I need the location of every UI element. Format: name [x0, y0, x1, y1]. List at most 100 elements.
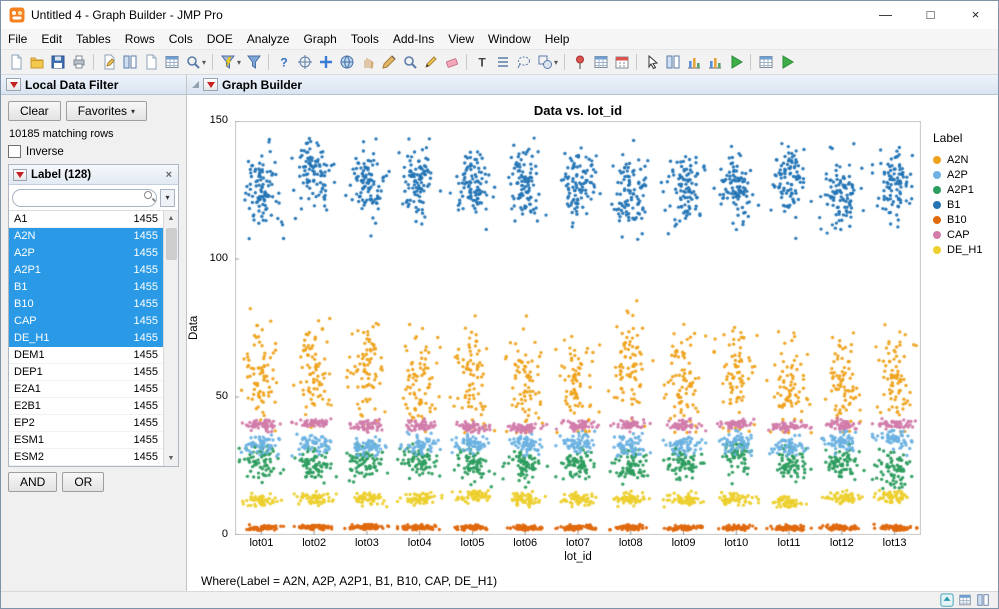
bar-chart-icon[interactable]	[683, 52, 704, 73]
pin-icon[interactable]	[569, 52, 590, 73]
y-axis[interactable]: 050100150	[201, 121, 235, 535]
x-axis-title[interactable]: lot_id	[235, 551, 921, 567]
filter-item-a1[interactable]: A11455	[9, 211, 163, 228]
open-file-icon[interactable]	[26, 52, 47, 73]
legend-item-a2n[interactable]: A2N	[933, 152, 998, 167]
pencil-tool-icon[interactable]	[420, 52, 441, 73]
favorites-button[interactable]: Favorites▾	[66, 101, 147, 121]
zoom-tool-icon[interactable]	[399, 52, 420, 73]
and-button[interactable]: AND	[8, 472, 57, 492]
filter-item-e2b1[interactable]: E2B11455	[9, 398, 163, 415]
menu-tables[interactable]: Tables	[69, 30, 118, 48]
search-icon-caret[interactable]: ▾	[202, 58, 206, 67]
cursor-icon[interactable]	[641, 52, 662, 73]
new-file-icon[interactable]	[5, 52, 26, 73]
graph-red-triangle-menu-icon[interactable]	[203, 78, 218, 91]
filter-item-a2p[interactable]: A2P1455	[9, 245, 163, 262]
scroll-up-arrow[interactable]: ▲	[164, 211, 179, 226]
globe-tool-icon[interactable]	[336, 52, 357, 73]
scroll-down-arrow[interactable]: ▼	[164, 451, 179, 466]
menu-add-ins[interactable]: Add-Ins	[386, 30, 441, 48]
filter-item-esm1[interactable]: ESM11455	[9, 432, 163, 449]
search-icon[interactable]	[182, 52, 203, 73]
run-script-icon[interactable]	[725, 52, 746, 73]
data-filter-icon[interactable]	[243, 52, 264, 73]
filter-item-a2n[interactable]: A2N1455	[9, 228, 163, 245]
grabber-tool-icon[interactable]	[357, 52, 378, 73]
menu-edit[interactable]: Edit	[34, 30, 69, 48]
filter-item-a2p1[interactable]: A2P11455	[9, 262, 163, 279]
y-axis-title[interactable]: Data	[187, 121, 201, 535]
scroll-up-status-icon[interactable]	[940, 593, 954, 607]
eraser-tool-icon[interactable]	[441, 52, 462, 73]
save-icon[interactable]	[47, 52, 68, 73]
legend-item-cap[interactable]: CAP	[933, 227, 998, 242]
annotate-tool-icon[interactable]: T	[471, 52, 492, 73]
line-tool-icon[interactable]	[492, 52, 513, 73]
menu-view[interactable]: View	[441, 30, 481, 48]
local-data-filter-icon-caret[interactable]: ▾	[237, 58, 241, 67]
menu-analyze[interactable]: Analyze	[240, 30, 297, 48]
menu-doe[interactable]: DOE	[200, 30, 240, 48]
data-table-status-icon[interactable]	[958, 593, 972, 607]
minimize-button[interactable]: —	[863, 1, 908, 29]
plot-canvas[interactable]	[235, 121, 921, 535]
x-axis[interactable]: lot01lot02lot03lot04lot05lot06lot07lot08…	[235, 535, 921, 551]
layout-icon[interactable]	[119, 52, 140, 73]
filter-item-e2a1[interactable]: E2A11455	[9, 381, 163, 398]
clear-button[interactable]: Clear	[8, 101, 61, 121]
split-columns-icon[interactable]	[662, 52, 683, 73]
filter-item-b10[interactable]: B101455	[9, 296, 163, 313]
legend-item-b10[interactable]: B10	[933, 212, 998, 227]
help-tool-icon[interactable]: ?	[273, 52, 294, 73]
search-input[interactable]	[12, 189, 157, 207]
remove-filter-column-icon[interactable]: ×	[164, 169, 174, 181]
inverse-checkbox[interactable]	[8, 145, 21, 158]
or-button[interactable]: OR	[62, 472, 104, 492]
calendar-icon[interactable]	[611, 52, 632, 73]
shapes-tool-icon-caret[interactable]: ▾	[554, 58, 558, 67]
local-data-filter-icon[interactable]	[217, 52, 238, 73]
legend-item-de_h1[interactable]: DE_H1	[933, 242, 998, 257]
scrollbar[interactable]: ▲ ▼	[163, 211, 178, 466]
close-button[interactable]: ×	[953, 1, 998, 29]
journal-icon[interactable]	[98, 52, 119, 73]
column-red-triangle-menu-icon[interactable]	[13, 169, 27, 181]
menu-help[interactable]: Help	[538, 30, 577, 48]
histogram-icon[interactable]	[704, 52, 725, 73]
brush-tool-icon[interactable]	[378, 52, 399, 73]
filter-red-triangle-menu-icon[interactable]	[6, 78, 21, 91]
print-icon[interactable]	[68, 52, 89, 73]
disclosure-icon[interactable]	[192, 81, 199, 88]
crosshair-tool-icon[interactable]	[294, 52, 315, 73]
menu-file[interactable]: File	[1, 30, 34, 48]
copy-icon[interactable]	[140, 52, 161, 73]
table-view-icon[interactable]	[590, 52, 611, 73]
filter-item-ep2[interactable]: EP21455	[9, 415, 163, 432]
plus-tool-icon[interactable]	[315, 52, 336, 73]
menu-rows[interactable]: Rows	[118, 30, 162, 48]
filter-item-de_h1[interactable]: DE_H11455	[9, 330, 163, 347]
legend-item-b1[interactable]: B1	[933, 197, 998, 212]
search-options-icon[interactable]: ▾	[160, 189, 175, 207]
filter-item-cap[interactable]: CAP1455	[9, 313, 163, 330]
menu-window[interactable]: Window	[481, 30, 538, 48]
filter-item-dem1[interactable]: DEM11455	[9, 347, 163, 364]
filter-item-esm2[interactable]: ESM21455	[9, 449, 163, 466]
menu-cols[interactable]: Cols	[162, 30, 200, 48]
filter-item-b1[interactable]: B11455	[9, 279, 163, 296]
scroll-thumb[interactable]	[166, 228, 177, 260]
play-icon[interactable]	[776, 52, 797, 73]
columns-status-icon[interactable]	[976, 593, 990, 607]
maximize-button[interactable]: □	[908, 1, 953, 29]
lasso-tool-icon[interactable]	[513, 52, 534, 73]
shapes-tool-icon[interactable]	[534, 52, 555, 73]
menu-tools[interactable]: Tools	[344, 30, 386, 48]
filter-item-dep1[interactable]: DEP11455	[9, 364, 163, 381]
legend-item-a2p1[interactable]: A2P1	[933, 182, 998, 197]
legend-item-a2p[interactable]: A2P	[933, 167, 998, 182]
svg-text:T: T	[478, 56, 486, 70]
menu-graph[interactable]: Graph	[296, 30, 343, 48]
data-table-icon[interactable]	[161, 52, 182, 73]
window-grid-icon[interactable]	[755, 52, 776, 73]
